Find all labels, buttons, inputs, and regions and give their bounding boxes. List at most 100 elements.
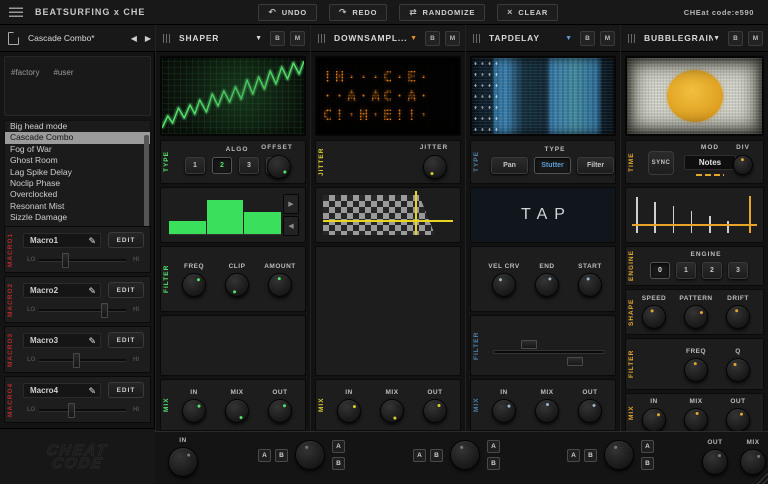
shaper-bar[interactable] bbox=[244, 212, 281, 234]
bar-prev-icon[interactable]: ◀ bbox=[283, 216, 299, 236]
chevron-down-icon[interactable]: ▼ bbox=[565, 35, 572, 42]
tapdelay-header[interactable]: TAPDELAY ▼ B M bbox=[466, 25, 620, 52]
macro2-slider[interactable] bbox=[39, 309, 126, 312]
delay-type-button[interactable]: Filter bbox=[577, 157, 614, 174]
sync-button[interactable]: SYNC bbox=[648, 151, 674, 175]
end-knob[interactable] bbox=[535, 273, 559, 297]
drag-handle-icon[interactable] bbox=[628, 34, 636, 43]
a-button[interactable]: A bbox=[641, 440, 654, 453]
q-knob[interactable] bbox=[726, 358, 750, 382]
downsampler-curve-display[interactable] bbox=[315, 187, 461, 243]
preset-item[interactable]: Sizzle Damage bbox=[5, 212, 150, 223]
macro3-slider[interactable] bbox=[39, 359, 126, 362]
shaper-bar-display[interactable]: ▶ ◀ bbox=[160, 187, 306, 243]
engine-button[interactable]: 2 bbox=[702, 262, 722, 279]
in-knob[interactable] bbox=[182, 399, 206, 423]
randomize-button[interactable]: ⇄ RANDOMIZE bbox=[399, 4, 485, 21]
shaper-bar[interactable] bbox=[207, 200, 244, 234]
shaper-bar[interactable] bbox=[169, 221, 206, 234]
b-button[interactable]: B bbox=[584, 449, 597, 462]
master-mix-knob[interactable] bbox=[740, 449, 766, 475]
b-button[interactable]: B bbox=[487, 457, 500, 470]
velcrv-knob[interactable] bbox=[492, 273, 516, 297]
pencil-icon[interactable]: ✎ bbox=[88, 334, 96, 348]
drift-knob[interactable] bbox=[726, 305, 750, 329]
next-preset-icon[interactable]: ▶ bbox=[141, 31, 155, 46]
mute-button[interactable]: M bbox=[445, 31, 460, 46]
offset-knob[interactable] bbox=[267, 155, 291, 179]
b-button[interactable]: B bbox=[641, 457, 654, 470]
mute-button[interactable]: M bbox=[600, 31, 615, 46]
preset-item[interactable]: Overclocked bbox=[5, 189, 150, 200]
preset-item[interactable]: Big head mode bbox=[5, 121, 150, 132]
drag-handle-icon[interactable] bbox=[473, 34, 481, 43]
crossfade-knob[interactable] bbox=[450, 440, 480, 470]
mute-button[interactable]: M bbox=[290, 31, 305, 46]
mix-knob[interactable] bbox=[225, 399, 249, 423]
macro4-slider[interactable] bbox=[39, 409, 126, 412]
a-button[interactable]: A bbox=[332, 440, 345, 453]
bypass-button[interactable]: B bbox=[728, 31, 743, 46]
out-knob[interactable] bbox=[726, 408, 750, 432]
macro1-slider[interactable] bbox=[39, 259, 126, 262]
new-preset-icon[interactable] bbox=[8, 32, 19, 45]
bypass-button[interactable]: B bbox=[425, 31, 440, 46]
prev-preset-icon[interactable]: ◀ bbox=[127, 31, 141, 46]
algo-button[interactable]: 3 bbox=[239, 157, 259, 174]
grain-display[interactable] bbox=[625, 187, 764, 243]
engine-button[interactable]: 0 bbox=[650, 262, 670, 279]
macro4-edit-button[interactable]: EDIT bbox=[108, 382, 144, 398]
b-button[interactable]: B bbox=[430, 449, 443, 462]
a-button[interactable]: A bbox=[413, 449, 426, 462]
start-knob[interactable] bbox=[578, 273, 602, 297]
out-knob[interactable] bbox=[268, 399, 292, 423]
delay-type-button[interactable]: Pan bbox=[491, 157, 528, 174]
downsampler-header[interactable]: DOWNSAMPL... ▼ B M bbox=[311, 25, 465, 52]
speed-knob[interactable] bbox=[642, 305, 666, 329]
preset-item[interactable]: Cascade Combo bbox=[5, 132, 150, 143]
menu-icon[interactable] bbox=[9, 7, 23, 17]
macro3-name-field[interactable]: Macro3✎ bbox=[23, 333, 101, 348]
preset-item[interactable]: Lag Spike Delay bbox=[5, 167, 150, 178]
tap-pad[interactable]: TAP bbox=[470, 187, 616, 243]
in-knob[interactable] bbox=[642, 408, 666, 432]
a-button[interactable]: A bbox=[258, 449, 271, 462]
slider-thumb[interactable] bbox=[101, 303, 108, 318]
filter-range-slider[interactable] bbox=[493, 350, 605, 354]
chevron-down-icon[interactable]: ▼ bbox=[255, 35, 262, 42]
master-out-knob[interactable] bbox=[702, 449, 728, 475]
a-button[interactable]: A bbox=[567, 449, 580, 462]
in-knob[interactable] bbox=[492, 399, 516, 423]
slider-thumb[interactable] bbox=[73, 353, 80, 368]
chevron-down-icon[interactable]: ▼ bbox=[713, 35, 720, 42]
mix-knob[interactable] bbox=[380, 399, 404, 423]
jitter-knob[interactable] bbox=[423, 155, 447, 179]
chevron-down-icon[interactable]: ▼ bbox=[410, 35, 417, 42]
mod-select[interactable]: Notes bbox=[684, 155, 736, 170]
shaper-header[interactable]: SHAPER ▼ B M bbox=[156, 25, 310, 52]
bubblegrains-header[interactable]: BUBBLEGRAINS ▼ B M bbox=[621, 25, 768, 52]
out-knob[interactable] bbox=[578, 399, 602, 423]
bypass-button[interactable]: B bbox=[580, 31, 595, 46]
macro2-name-field[interactable]: Macro2✎ bbox=[23, 283, 101, 298]
range-handle-b[interactable] bbox=[567, 357, 583, 366]
macro1-edit-button[interactable]: EDIT bbox=[108, 232, 144, 248]
crossfade-knob[interactable] bbox=[604, 440, 634, 470]
slider-thumb[interactable] bbox=[68, 403, 75, 418]
freq-knob[interactable] bbox=[182, 273, 206, 297]
undo-button[interactable]: ↶ UNDO bbox=[258, 4, 317, 21]
macro4-name-field[interactable]: Macro4✎ bbox=[23, 383, 101, 398]
pencil-icon[interactable]: ✎ bbox=[88, 234, 96, 248]
preset-item[interactable]: Fog of War bbox=[5, 144, 150, 155]
tag[interactable]: #user bbox=[53, 68, 73, 77]
engine-button[interactable]: 3 bbox=[728, 262, 748, 279]
a-button[interactable]: A bbox=[487, 440, 500, 453]
b-button[interactable]: B bbox=[332, 457, 345, 470]
freq-knob[interactable] bbox=[684, 358, 708, 382]
preset-item[interactable]: Resonant Mist bbox=[5, 201, 150, 212]
macro1-name-field[interactable]: Macro1✎ bbox=[23, 233, 101, 248]
mix-knob[interactable] bbox=[684, 408, 708, 432]
tag[interactable]: #factory bbox=[11, 68, 39, 77]
preset-item[interactable]: Ghost Room bbox=[5, 155, 150, 166]
preset-item[interactable]: Noclip Phase bbox=[5, 178, 150, 189]
